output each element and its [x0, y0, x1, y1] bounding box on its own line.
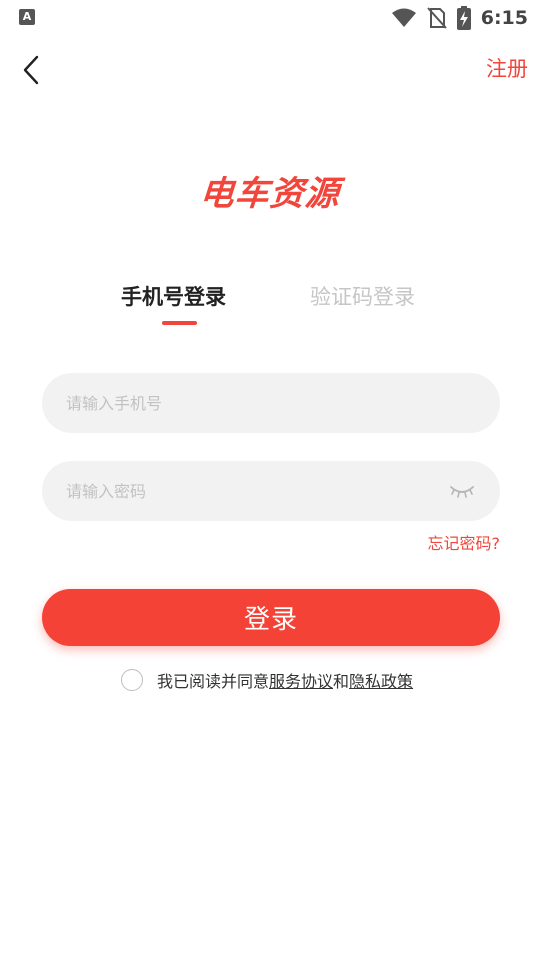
phone-field-container: [42, 373, 500, 433]
app-logo: 电车资源: [0, 166, 540, 215]
no-sim-icon: [426, 7, 447, 29]
status-time: 6:15: [480, 7, 528, 29]
agreement-checkbox[interactable]: [121, 669, 143, 691]
tab-active-indicator: [162, 321, 197, 325]
back-button[interactable]: [12, 50, 52, 90]
battery-charging-icon: [456, 6, 471, 30]
wifi-icon: [391, 8, 417, 28]
privacy-policy-link[interactable]: 隐私政策: [349, 668, 413, 692]
forgot-password-link[interactable]: 忘记密码?: [428, 532, 501, 556]
password-field-container: [42, 461, 500, 521]
eye-closed-icon: [450, 486, 474, 498]
tab-phone-login[interactable]: 手机号登录: [121, 280, 226, 314]
password-input[interactable]: [66, 461, 426, 521]
login-button[interactable]: 登录: [42, 589, 500, 646]
chevron-left-icon: [23, 55, 39, 85]
status-bar: A 6:15: [0, 0, 540, 36]
agreement-row: 我已阅读并同意 服务协议 和 隐私政策: [121, 667, 413, 693]
status-icons: 6:15: [381, 6, 528, 30]
keyboard-notification-icon: A: [19, 9, 35, 25]
password-visibility-toggle[interactable]: [448, 480, 476, 502]
agreement-prefix: 我已阅读并同意: [157, 672, 270, 691]
tab-code-login[interactable]: 验证码登录: [310, 280, 415, 314]
logo-text: 电车资源: [198, 174, 342, 214]
agreement-conjunction: 和: [333, 672, 350, 691]
phone-input[interactable]: [66, 373, 426, 433]
register-link[interactable]: 注册: [486, 54, 528, 84]
service-agreement-link[interactable]: 服务协议: [269, 668, 333, 692]
